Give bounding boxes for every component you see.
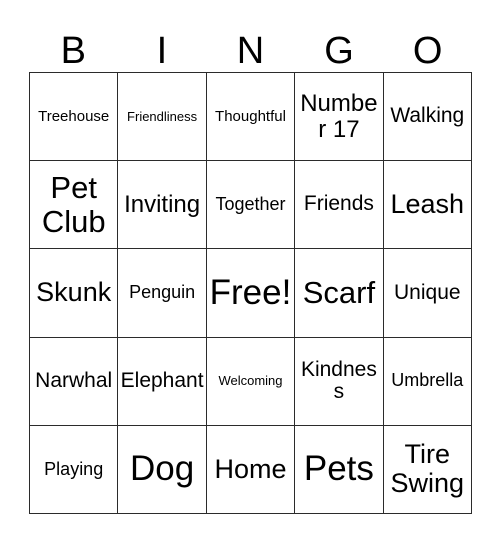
bingo-cell[interactable]: Pets (295, 425, 384, 514)
bingo-header-letter-b: B (60, 30, 86, 72)
bingo-cell[interactable]: Treehouse (30, 73, 119, 162)
bingo-cell[interactable]: Walking (383, 73, 472, 162)
bingo-cell-label: Welcoming (218, 373, 283, 389)
bingo-cell[interactable]: Narwhal (30, 337, 119, 426)
bingo-cell-label: Tire Swing (390, 439, 465, 499)
bingo-cell-label: Walking (390, 104, 465, 128)
bingo-cell[interactable]: Welcoming (206, 337, 296, 426)
bingo-cell[interactable]: Friends (295, 161, 384, 250)
bingo-cell[interactable]: Elephant (118, 337, 207, 426)
bingo-cell-label: Inviting (124, 190, 201, 218)
bingo-header-row: B I N G O (29, 18, 472, 72)
bingo-cell[interactable]: Penguin (118, 249, 207, 338)
bingo-cell-label: Penguin (129, 282, 196, 303)
bingo-cell[interactable]: Leash (383, 161, 472, 250)
bingo-grid: Treehouse Friendliness Thoughtful Number 17… (29, 72, 472, 514)
bingo-cell[interactable]: Scarf (295, 249, 384, 338)
bingo-cell-label: Dog (129, 449, 195, 489)
bingo-cell-label: Together (215, 194, 286, 215)
bingo-card: B I N G O Treehouse Friendliness Thoughtfu… (0, 0, 500, 544)
bingo-cell[interactable]: Unique (383, 249, 472, 338)
bingo-cell-label: Leash (390, 189, 465, 220)
bingo-cell[interactable]: Kindness (295, 337, 384, 426)
bingo-cell[interactable]: Inviting (118, 161, 207, 250)
bingo-cell-label: Home (214, 453, 287, 484)
bingo-cell[interactable]: Playing (30, 425, 119, 514)
bingo-cell-label: Friends (303, 192, 374, 216)
bingo-cell-label: Treehouse (38, 107, 110, 125)
bingo-cell-label: Pet Club (41, 170, 106, 239)
bingo-cell[interactable]: Dog (118, 425, 207, 514)
bingo-cell[interactable]: Together (206, 161, 296, 250)
bingo-cell[interactable]: Pet Club (30, 161, 119, 250)
bingo-cell-label: Skunk (36, 277, 112, 308)
bingo-cell[interactable]: Home (206, 425, 296, 514)
bingo-cell-label: Umbrella (391, 370, 464, 391)
bingo-header-letter-n: N (236, 30, 265, 72)
bingo-cell-label: Pets (303, 449, 374, 489)
bingo-cell[interactable]: Skunk (30, 249, 119, 338)
bingo-cell[interactable]: Number 17 (295, 73, 384, 162)
bingo-header-letter-o: O (412, 30, 443, 72)
bingo-cell[interactable]: Umbrella (383, 337, 472, 426)
bingo-cell-label: Scarf (302, 275, 376, 311)
bingo-cell-label: Kindness (300, 357, 377, 404)
bingo-cell-label: Thoughtful (215, 107, 286, 125)
bingo-cell[interactable]: Thoughtful (206, 73, 296, 162)
bingo-header-letter-g: G (324, 30, 354, 72)
bingo-cell[interactable]: Tire Swing (383, 425, 472, 514)
bingo-cell-label: Narwhal (35, 368, 113, 392)
bingo-header-letter-i: I (156, 30, 168, 72)
bingo-cell-label: Free! (209, 273, 292, 313)
bingo-cell[interactable]: Friendliness (118, 73, 207, 162)
bingo-cell-label: Playing (44, 458, 104, 479)
bingo-cell-label: Number 17 (300, 89, 378, 143)
bingo-cell-label: Unique (394, 280, 461, 304)
bingo-cell-label: Elephant (120, 368, 204, 392)
bingo-cell-free-space[interactable]: Free! (206, 249, 296, 338)
bingo-cell-label: Friendliness (127, 108, 198, 124)
